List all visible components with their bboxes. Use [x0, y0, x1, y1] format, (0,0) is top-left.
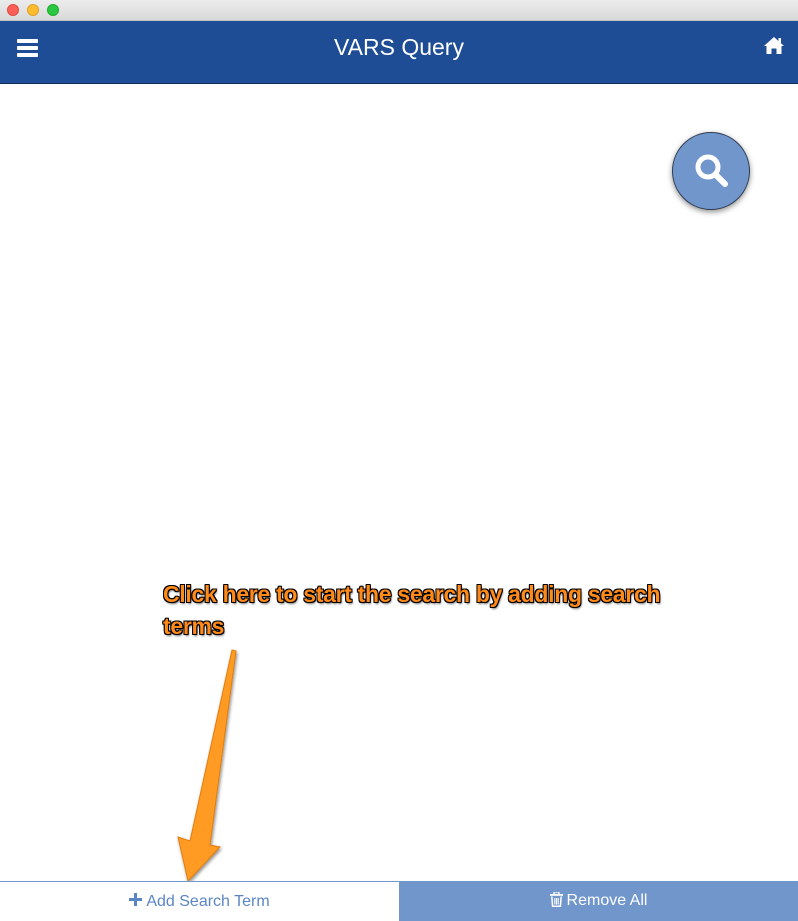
trash-icon [549, 890, 563, 911]
help-annotation: Click here to start the search by adding… [163, 581, 661, 639]
add-search-term-button[interactable]: Add Search Term [0, 881, 399, 921]
plus-icon [129, 893, 143, 910]
page-title: VARS Query [334, 34, 464, 60]
remove-all-label: Remove All [566, 892, 648, 909]
home-icon[interactable] [763, 36, 785, 56]
annotation-arrow [177, 649, 237, 883]
app-header: VARS Query [0, 21, 798, 84]
app-window: VARS Query Click here to start the searc… [0, 0, 798, 921]
bottom-toolbar: Add Search Term Remove All [0, 881, 798, 921]
window-minimize-button[interactable] [27, 4, 39, 16]
add-search-term-label: Add Search Term [146, 892, 270, 910]
window-titlebar [0, 0, 798, 21]
search-icon [695, 154, 728, 187]
window-zoom-button[interactable] [47, 4, 59, 16]
window-close-button[interactable] [7, 4, 19, 16]
search-button[interactable] [672, 132, 750, 210]
remove-all-button[interactable]: Remove All [399, 881, 798, 921]
